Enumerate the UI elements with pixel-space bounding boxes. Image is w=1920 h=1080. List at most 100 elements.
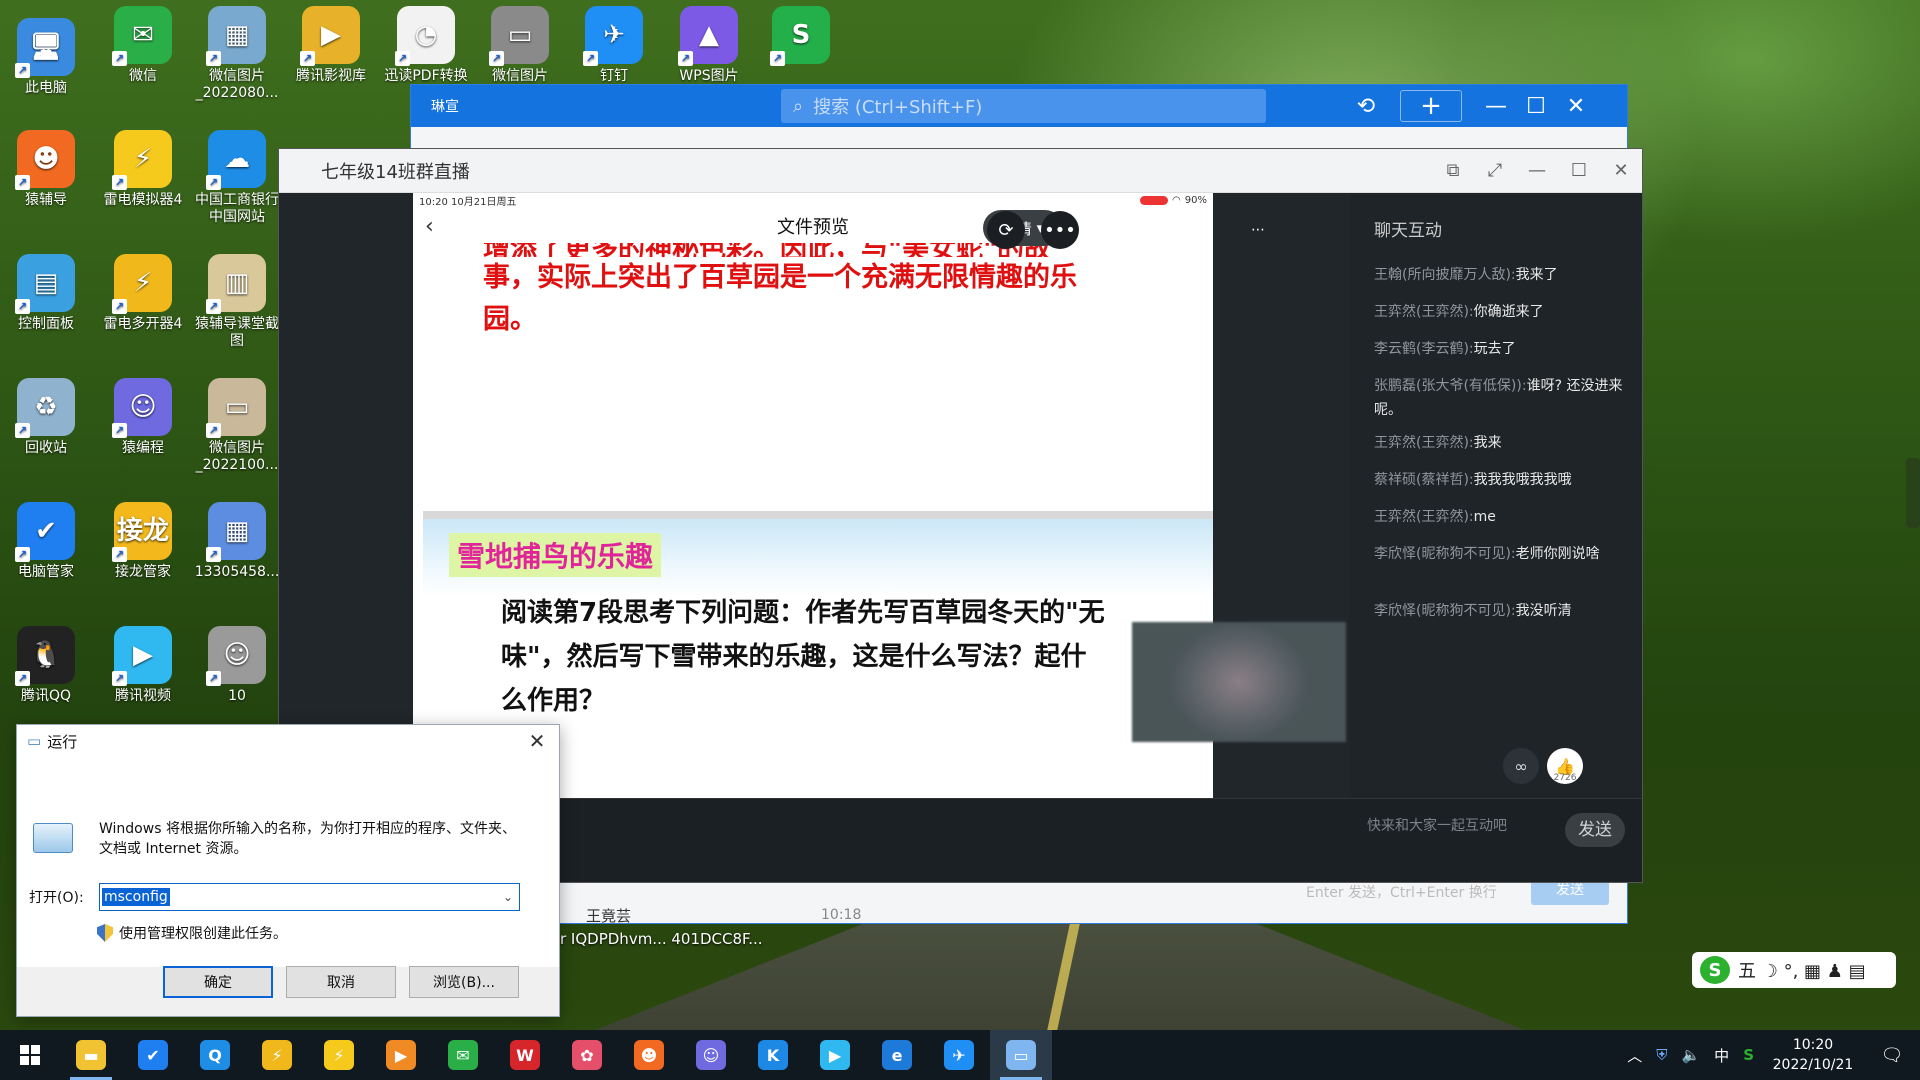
run-command-input[interactable]: msconfig ⌄ — [99, 883, 520, 911]
desktop-icon[interactable]: ✈ ↗ 钉钉 — [568, 6, 660, 85]
contact-name[interactable]: 王竟芸 — [586, 905, 631, 926]
ime-mode[interactable]: 五 ☽ °, ▦ ♟ ▤ — [1738, 957, 1866, 983]
more-dots-icon[interactable]: ⋯ — [1239, 211, 1277, 249]
history-icon[interactable]: ⟲ — [1346, 85, 1386, 127]
taskbar-app[interactable]: ☻ — [618, 1030, 680, 1080]
maximize-button[interactable]: ☐ — [1558, 149, 1600, 193]
desktop-icon[interactable]: ✉ ↗ 微信 — [97, 6, 189, 85]
input-language[interactable]: 中 — [1714, 1045, 1729, 1066]
taskbar-app[interactable]: ▶ — [804, 1030, 866, 1080]
taskbar-app[interactable]: ✔ — [122, 1030, 184, 1080]
sogou-tray-icon[interactable]: S — [1743, 1046, 1754, 1064]
taskbar-app[interactable]: ▬ — [60, 1030, 122, 1080]
taskbar: ▬ ✔ Q ⚡ ⚡ ▶ ✉ W ✿ ☻ ☺ K ▶ e ✈ ▭ ︿ ⛨ 🔈 中 S 10:20 2022/10… — [0, 1030, 1920, 1080]
chat-text: 我来 — [1473, 435, 1502, 451]
notification-icon[interactable]: 🗨 — [1872, 1030, 1912, 1080]
taskbar-app[interactable]: ▶ — [370, 1030, 432, 1080]
minimize-button[interactable]: — — [1516, 149, 1558, 193]
qq-search-input[interactable]: ⌕ 搜索 (Ctrl+Shift+F) — [781, 89, 1266, 123]
taskbar-app[interactable]: Q — [184, 1030, 246, 1080]
desktop-icon[interactable]: 接龙 ↗ 接龙管家 — [97, 502, 189, 581]
expand-icon[interactable]: ⤢ — [1474, 149, 1516, 193]
chat-input[interactable]: 快来和大家一起互动吧 — [1367, 815, 1507, 835]
add-button[interactable]: + — [1400, 90, 1462, 122]
taskbar-app[interactable]: ✿ — [556, 1030, 618, 1080]
desktop-icon[interactable]: ▥ ↗ 猿辅导课堂截 图 — [191, 254, 283, 350]
ldmulti-icon: ⚡ — [262, 1040, 292, 1070]
run-command-value[interactable]: msconfig — [102, 888, 170, 906]
minimize-button[interactable]: — — [1476, 85, 1516, 127]
desktop-icon[interactable]: ▦ ↗ 13305458... — [191, 502, 283, 581]
slide1-line: 园。 — [483, 304, 537, 335]
maximize-button[interactable]: ☐ — [1516, 85, 1556, 127]
taskbar-app[interactable]: ⚡ — [308, 1030, 370, 1080]
close-button[interactable]: ✕ — [515, 729, 559, 753]
taskbar-app[interactable]: ✉ — [432, 1030, 494, 1080]
desktop-icon[interactable]: ⚡ ↗ 雷电多开器4 — [97, 254, 189, 333]
video-icon: ▶ — [386, 1040, 416, 1070]
shortcut-arrow-icon: ↗ — [112, 423, 127, 438]
taskbar-app[interactable]: W — [494, 1030, 556, 1080]
desktop-icon-label: 微信图片 _2022100... — [195, 440, 279, 473]
taskbar-app[interactable]: ✈ — [928, 1030, 990, 1080]
clock[interactable]: 10:20 2022/10/21 — [1768, 1035, 1858, 1075]
desktop-icon[interactable]: 🐧 ↗ 腾讯QQ — [0, 626, 92, 705]
taskbar-app[interactable]: e — [866, 1030, 928, 1080]
desktop-icon[interactable]: ◔ ↗ 迅读PDF转换 — [380, 6, 472, 85]
phone-status-bar: 10:20 10月21日周五 ◠ 90% — [413, 193, 1213, 208]
chevron-down-icon[interactable]: ⌄ — [497, 890, 519, 904]
desktop-file-peek[interactable]: r IQDPDhvm... 401DCC8F... — [560, 930, 763, 948]
desktop-icon[interactable]: ▦ ↗ 微信图片 _2022080... — [191, 6, 283, 102]
slide2-heading: 雪地捕鸟的乐趣 — [449, 533, 662, 577]
close-button[interactable]: ✕ — [1556, 85, 1596, 127]
chat-message: 王翰(所向披靡万人敌):我来了 — [1374, 263, 1629, 287]
chat-message: 张鹏磊(张大爷(有低保)):谁呀? 还没进来呢。 — [1374, 374, 1629, 422]
desktop-edge-scroll[interactable] — [1906, 458, 1920, 528]
desktop-icon[interactable]: ▤ ↗ 控制面板 — [0, 254, 92, 333]
chat-text: 玩去了 — [1473, 341, 1516, 357]
rotate-icon[interactable]: ⟳ — [987, 211, 1025, 249]
wps-icon: W — [510, 1040, 540, 1070]
shortcut-arrow-icon: ↗ — [206, 51, 221, 66]
teacher-camera-thumbnail[interactable] — [1132, 622, 1346, 742]
desktop-icon[interactable]: ☺ ↗ 猿编程 — [97, 378, 189, 457]
desktop-icon[interactable]: ⚡ ↗ 雷电模拟器4 — [97, 130, 189, 209]
chevron-up-icon[interactable]: ︿ — [1627, 1045, 1642, 1066]
browse-button[interactable]: 浏览(B)... — [409, 966, 519, 998]
security-icon[interactable]: ⛨ — [1656, 1046, 1667, 1064]
ime-toolbar[interactable]: S 五 ☽ °, ▦ ♟ ▤ — [1692, 952, 1896, 988]
desktop-icon-label: 10 — [228, 688, 246, 704]
desktop-icon-label: 钉钉 — [600, 68, 628, 84]
taskbar-app[interactable]: K — [742, 1030, 804, 1080]
app-icon: ▲ ↗ — [678, 6, 738, 66]
desktop-icon[interactable]: ▲ ↗ WPS图片 — [663, 6, 755, 85]
desktop-icon[interactable]: ▭ ↗ 微信图片 — [474, 6, 566, 85]
app-icon: ✈ ↗ — [583, 6, 643, 66]
popout-icon[interactable]: ⧉ — [1432, 149, 1474, 193]
desktop-icon-label: 此电脑 — [25, 80, 67, 96]
shared-screen: 10:20 10月21日周五 ◠90% ‹ 文件预览 增添了更多的神秘色彩。因此… — [413, 193, 1213, 798]
volume-icon[interactable]: 🔈 — [1681, 1046, 1700, 1064]
cancel-button[interactable]: 取消 — [286, 966, 396, 998]
taskbar-app[interactable]: ▭ — [990, 1030, 1052, 1080]
taskbar-app[interactable]: ⚡ — [246, 1030, 308, 1080]
desktop-icon[interactable]: 🖥 ↗ 此电脑 — [0, 18, 92, 97]
link-icon[interactable]: ∞ — [1503, 748, 1539, 784]
chat-send-button[interactable]: 发送 — [1565, 813, 1625, 847]
desktop-icon[interactable]: ☁ ↗ 中国工商银行 中国网站 — [191, 130, 283, 226]
desktop-icon[interactable]: ♻ ↗ 回收站 — [0, 378, 92, 457]
close-button[interactable]: ✕ — [1600, 149, 1642, 193]
desktop-icon[interactable]: ▭ ↗ 微信图片 _2022100... — [191, 378, 283, 474]
desktop-icon[interactable]: ☻ ↗ 猿辅导 — [0, 130, 92, 209]
desktop-icon[interactable]: ☺ ↗ 10 — [191, 626, 283, 705]
desktop-icon[interactable]: ▶ ↗ 腾讯影视库 — [285, 6, 377, 85]
like-button[interactable]: 👍 2726 — [1547, 748, 1583, 784]
desktop-icon[interactable]: ✔ ↗ 电脑管家 — [0, 502, 92, 581]
desktop-icon[interactable]: ▶ ↗ 腾讯视频 — [97, 626, 189, 705]
ok-button[interactable]: 确定 — [163, 966, 273, 998]
desktop-icon[interactable]: S ↗ — [755, 6, 847, 68]
start-button[interactable] — [0, 1030, 60, 1080]
run-buttons: 确定 取消 浏览(B)... — [163, 966, 519, 998]
taskbar-app[interactable]: ☺ — [680, 1030, 742, 1080]
more-options-icon[interactable]: ••• — [1041, 211, 1079, 249]
